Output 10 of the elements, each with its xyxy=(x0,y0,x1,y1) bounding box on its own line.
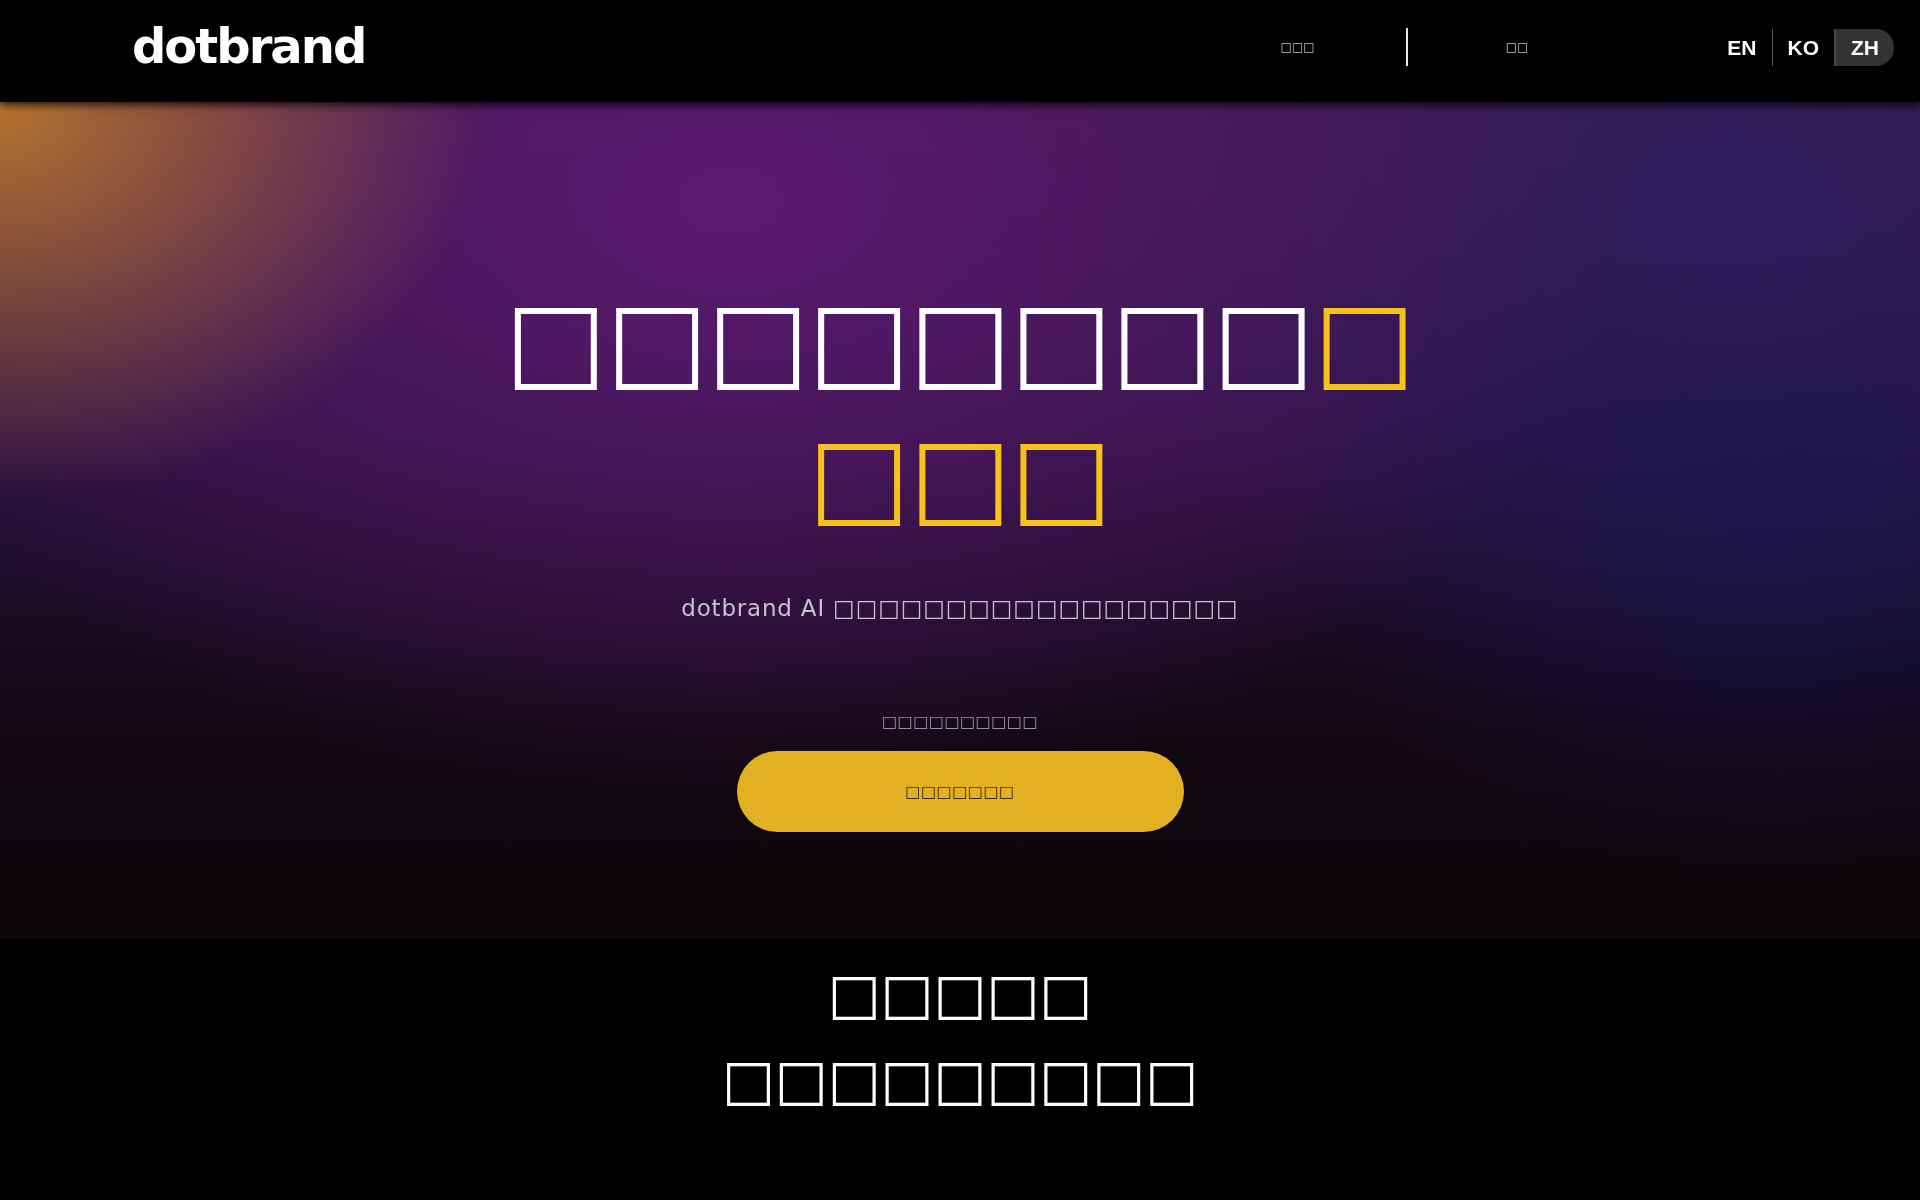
nav-link[interactable]: □□□ xyxy=(1280,36,1315,58)
hero-title: □□□□□□□□□□□□ xyxy=(504,277,1416,540)
cta-caption: □□□□□□□□□□ xyxy=(881,712,1039,731)
language-option[interactable]: ZH xyxy=(1834,28,1894,66)
hero-subtitle: dotbrand AI □□□□□□□□□□□□□□□□□□ xyxy=(681,595,1239,621)
language-option[interactable]: EN xyxy=(1712,28,1772,66)
nav-link[interactable]: □□ xyxy=(1505,36,1529,58)
section-heading: □□□□□ □□□□□□□□□ xyxy=(721,960,1199,1114)
logo[interactable]: dotbrand xyxy=(132,22,366,70)
cta-button[interactable]: □□□□□□□ xyxy=(736,751,1184,832)
